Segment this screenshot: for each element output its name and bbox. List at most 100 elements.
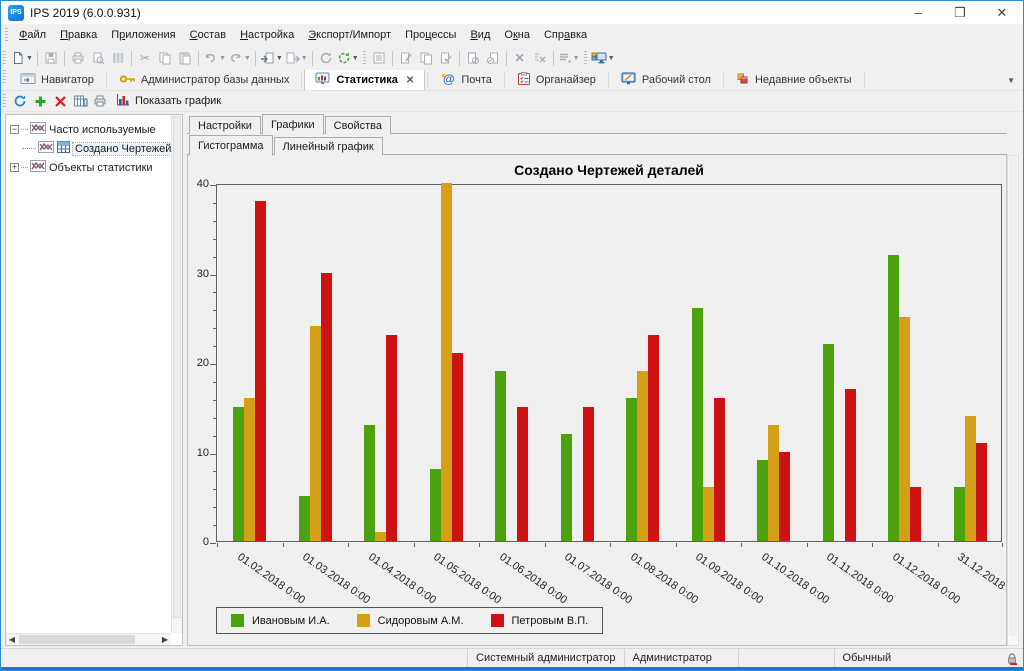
minimize-button[interactable]: –: [897, 1, 939, 24]
tab-settings[interactable]: Настройки: [189, 116, 261, 134]
bar-1-8: [692, 308, 703, 541]
menu-справка[interactable]: Справка: [537, 25, 594, 45]
workspace-tab-1[interactable]: Навигатор: [10, 70, 104, 90]
x-axis-label: 31.12.2018: [955, 551, 1007, 592]
chevron-down-icon: ▼: [219, 55, 226, 62]
chevron-down-icon[interactable]: ▼: [276, 55, 283, 62]
y-axis-tick: [210, 543, 216, 544]
y-axis-tick: [213, 203, 216, 204]
chevron-down-icon: ▼: [244, 55, 251, 62]
bar-chart-icon: [116, 93, 130, 109]
workspace-tab-3[interactable]: Статистика✕: [304, 70, 425, 90]
chevron-down-icon[interactable]: ▼: [608, 55, 615, 62]
y-axis-tick: [210, 454, 216, 455]
remote-desktop-button[interactable]: ▼: [590, 48, 616, 68]
tree-vertical-scrollbar[interactable]: [171, 115, 182, 633]
add-button[interactable]: [30, 91, 50, 111]
x-axis-tick: [217, 543, 218, 547]
new-document-button[interactable]: ▼: [10, 48, 34, 68]
y-axis-tick: [213, 436, 216, 437]
scroll-right-icon[interactable]: ▶: [159, 635, 171, 644]
tab-properties[interactable]: Свойства: [325, 116, 391, 134]
show-chart-button[interactable]: Показать график: [110, 92, 227, 110]
statistics-tree: − Часто используемые Создано Чертеж: [6, 115, 171, 633]
y-axis-tick: [213, 525, 216, 526]
scroll-left-icon[interactable]: ◀: [6, 635, 18, 644]
desktop-icon: [621, 72, 637, 88]
y-axis-tick: [213, 418, 216, 419]
legend-swatch-icon: [231, 614, 244, 627]
menu-экспорт/импорт[interactable]: Экспорт/Импорт: [301, 25, 398, 45]
bar-2-9: [768, 425, 779, 541]
bar-2-8: [703, 487, 714, 541]
tree-item-created-drawings[interactable]: Создано Чертежей: [10, 139, 169, 158]
x-axis-label: 01.12.2018 0:00: [890, 551, 962, 606]
toolbar-grip: [3, 51, 6, 66]
tab-charts[interactable]: Графики: [262, 114, 324, 135]
window-title: IPS 2019 (6.0.0.931): [30, 6, 141, 20]
scroll-thumb[interactable]: [19, 635, 135, 644]
tab-separator: [504, 73, 505, 87]
synchronize-button[interactable]: ▼: [336, 48, 360, 68]
close-button[interactable]: ✕: [981, 1, 1023, 24]
bar-1-10: [823, 344, 834, 541]
y-axis-tick: [210, 275, 216, 276]
print-button[interactable]: [90, 91, 110, 111]
collapse-icon[interactable]: −: [10, 125, 19, 134]
workspace-tab-6[interactable]: Рабочий стол: [611, 70, 721, 90]
tree-label: Часто используемые: [49, 124, 156, 136]
tab-line-chart[interactable]: Линейный график: [274, 137, 383, 155]
chevron-down-icon[interactable]: ▼: [352, 55, 359, 62]
import-object-button[interactable]: ▼: [259, 48, 284, 68]
bar-3-5: [517, 407, 528, 541]
workspace-tab-7[interactable]: Недавние объекты: [726, 70, 862, 90]
y-axis-tick: [213, 471, 216, 472]
main-toolbar: ▼ ✂ ▼ ▼: [1, 46, 1023, 70]
refresh-button[interactable]: [10, 91, 30, 111]
menu-настройка[interactable]: Настройка: [233, 25, 301, 45]
tree-item-statistics-objects[interactable]: + Объекты статистики: [10, 158, 169, 177]
status-mode: Обычный: [834, 649, 1001, 667]
bar-2-2: [310, 326, 321, 541]
maximize-button[interactable]: ❐: [939, 1, 981, 24]
x-axis-tick: [610, 543, 611, 547]
tree-horizontal-scrollbar[interactable]: ◀ ▶: [6, 633, 171, 645]
table-view-button[interactable]: [70, 91, 90, 111]
menu-процессы[interactable]: Процессы: [398, 25, 463, 45]
redo-button: ▼: [227, 48, 252, 68]
tab-histogram[interactable]: Гистограмма: [189, 135, 273, 156]
chevron-down-icon[interactable]: ▼: [26, 55, 33, 62]
menu-приложения[interactable]: Приложения: [104, 25, 182, 45]
x-axis-tick: [807, 543, 808, 547]
legend-label: Ивановым И.А.: [252, 615, 330, 627]
tabstrip-overflow-icon[interactable]: ▼: [1007, 76, 1015, 85]
y-axis-tick: [213, 257, 216, 258]
tree-label-selected[interactable]: Создано Чертежей: [73, 143, 171, 155]
workspace-tab-5[interactable]: Органайзер: [507, 70, 606, 90]
tab-separator: [723, 73, 724, 87]
close-tab-icon[interactable]: ✕: [406, 75, 414, 86]
workspace-tab-4[interactable]: @Почта: [430, 70, 502, 90]
tabstrip-grip: [3, 70, 6, 85]
bar-1-7: [626, 398, 637, 541]
menu-файл[interactable]: Файл: [12, 25, 53, 45]
menu-окна[interactable]: Окна: [497, 25, 537, 45]
delete-button[interactable]: [50, 91, 70, 111]
workspace-tab-label: Администратор базы данных: [141, 74, 290, 86]
block-object-button: [463, 48, 483, 68]
x-axis-label: 01.09.2018 0:00: [693, 551, 765, 606]
tab-separator: [864, 73, 865, 87]
menu-состав[interactable]: Состав: [183, 25, 233, 45]
chart-vertical-scrollbar[interactable]: [1007, 155, 1019, 646]
bar-1-4: [430, 469, 441, 541]
x-axis-tick: [872, 543, 873, 547]
expand-icon[interactable]: +: [10, 163, 19, 172]
workspace-tab-2[interactable]: Администратор базы данных: [109, 70, 300, 90]
tree-item-frequently-used[interactable]: − Часто используемые: [10, 120, 169, 139]
bar-1-11: [888, 255, 899, 541]
bar-1-12: [954, 487, 965, 541]
menu-правка[interactable]: Правка: [53, 25, 104, 45]
menu-вид[interactable]: Вид: [463, 25, 497, 45]
y-axis-tick: [213, 346, 216, 347]
bar-3-3: [386, 335, 397, 541]
